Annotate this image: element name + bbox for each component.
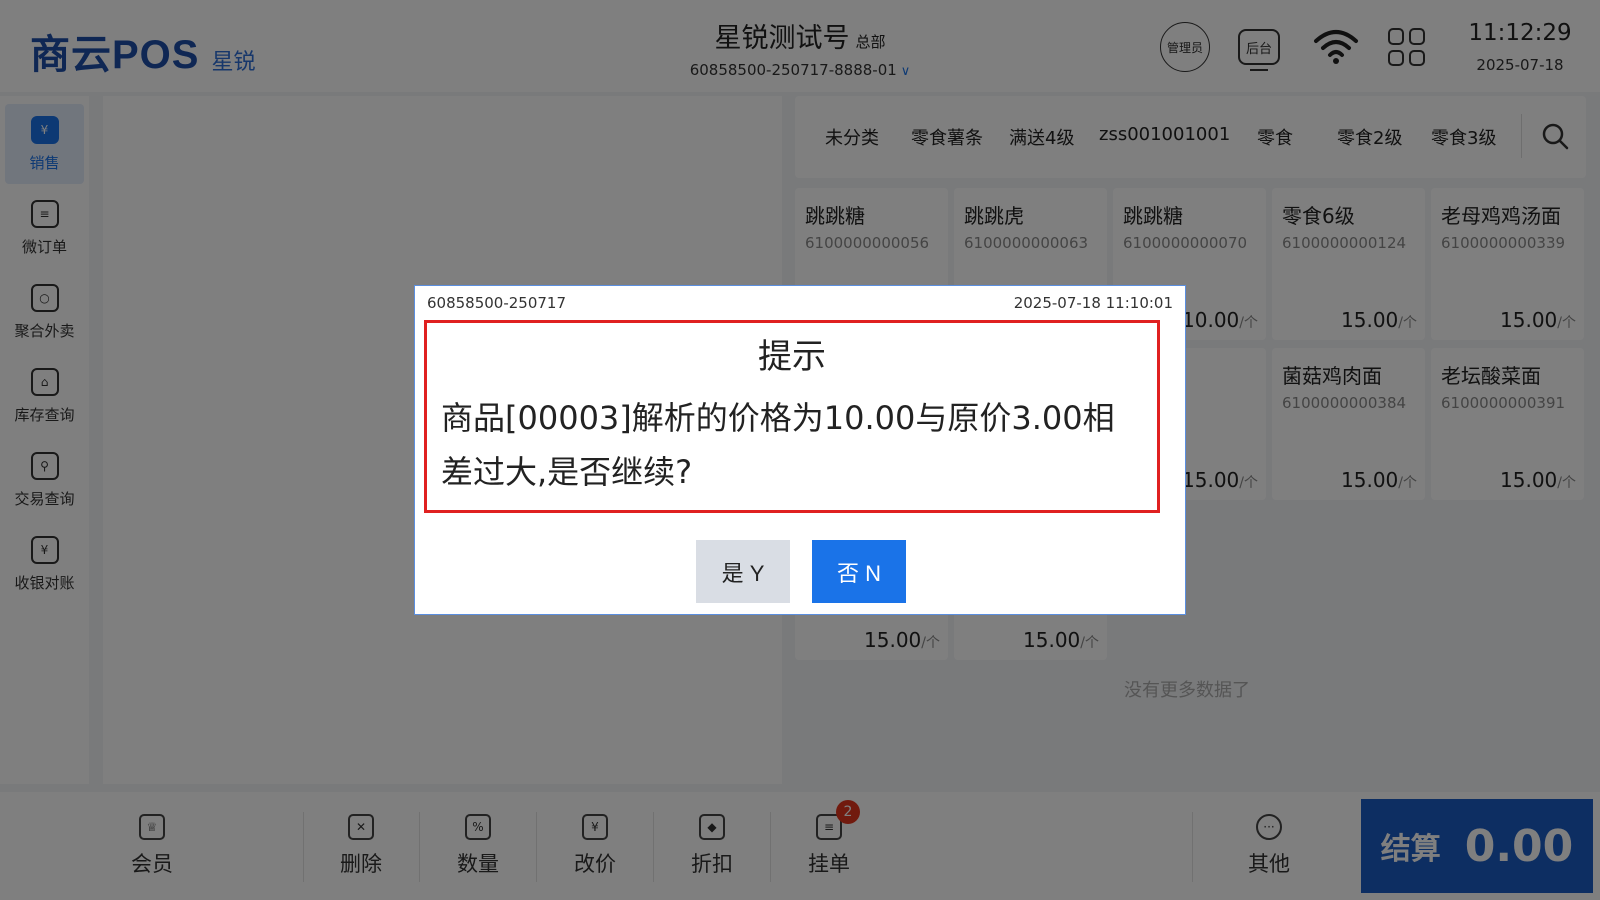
dialog-time: 2025-07-18 11:10:01	[1013, 294, 1173, 312]
dialog-title: 提示	[758, 337, 826, 377]
no-button[interactable]: 否 N	[812, 540, 906, 603]
yes-button[interactable]: 是 Y	[696, 540, 790, 603]
dialog-message: 商品[00003]解析的价格为10.00与原价3.00相差过大,是否继续?	[441, 399, 1115, 491]
dialog-highlight-box: 提示 商品[00003]解析的价格为10.00与原价3.00相差过大,是否继续?	[424, 320, 1160, 513]
dialog-ref: 60858500-250717	[427, 294, 567, 312]
confirm-dialog: 60858500-250717 2025-07-18 11:10:01 提示 商…	[414, 285, 1186, 615]
